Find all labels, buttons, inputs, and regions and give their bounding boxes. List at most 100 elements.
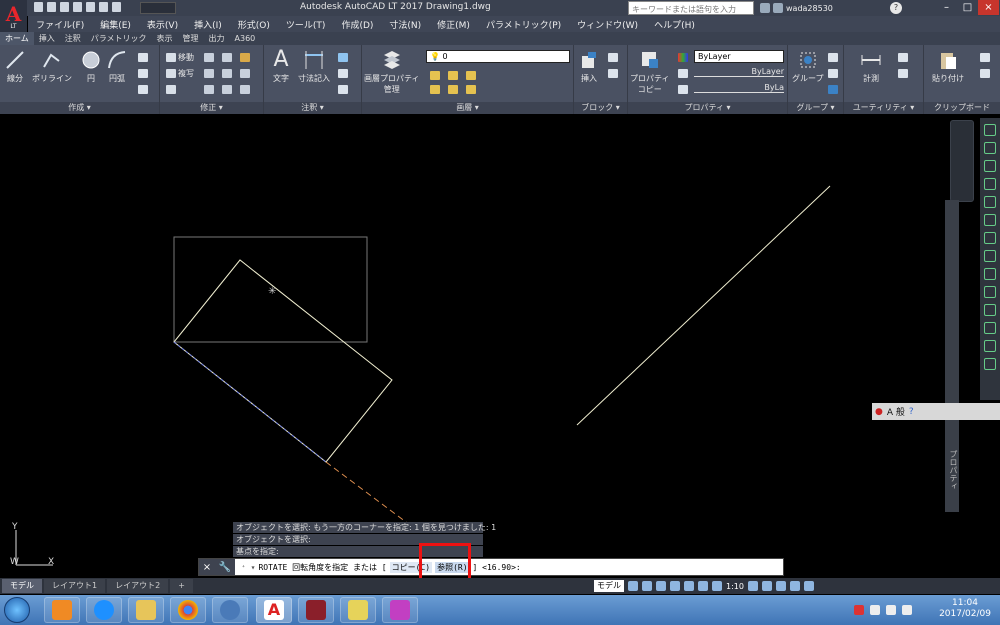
measure-tool[interactable]: 計測 xyxy=(860,49,882,84)
toolbar-line-icon[interactable] xyxy=(984,124,996,136)
menu-dimension[interactable]: 寸法(N) xyxy=(381,18,429,31)
taskbar-app[interactable] xyxy=(382,597,418,623)
redo-icon[interactable] xyxy=(112,2,121,12)
multileader-icon[interactable] xyxy=(338,69,348,78)
circle-tool[interactable]: 円 xyxy=(80,49,102,84)
drawing-canvas[interactable]: ✳ xyxy=(0,115,1000,577)
create-block-icon[interactable] xyxy=(608,53,618,62)
polar-icon[interactable] xyxy=(670,581,680,591)
menu-modify[interactable]: 修正(M) xyxy=(429,18,478,31)
application-menu-button[interactable]: A LT xyxy=(0,0,27,34)
save-icon[interactable] xyxy=(60,2,69,12)
menu-parametric[interactable]: パラメトリック(P) xyxy=(478,18,569,31)
insert-block-tool[interactable]: 挿入 xyxy=(578,49,600,84)
tab-annotate[interactable]: 注釈 xyxy=(60,32,86,45)
osnap-icon[interactable] xyxy=(684,581,694,591)
toolbar-block-icon[interactable] xyxy=(984,286,996,298)
fillet-icon[interactable] xyxy=(222,69,232,78)
lineweight-dropdown[interactable]: ByLa xyxy=(694,83,784,93)
close-button[interactable]: × xyxy=(978,0,999,15)
toolbar-region-icon[interactable] xyxy=(984,340,996,352)
menu-tools[interactable]: ツール(T) xyxy=(278,18,334,31)
isolate-icon[interactable] xyxy=(775,581,786,591)
toolbar-circle-icon[interactable] xyxy=(984,232,996,244)
customize-wrench-icon[interactable]: 🔧 xyxy=(219,562,231,573)
ungroup-icon[interactable] xyxy=(828,53,838,62)
menu-format[interactable]: 形式(O) xyxy=(230,18,278,31)
taskbar-explorer[interactable] xyxy=(128,597,164,623)
copy-clip-icon[interactable] xyxy=(980,69,990,78)
layer-off-icon[interactable] xyxy=(466,85,476,94)
save-as-icon[interactable] xyxy=(73,2,82,12)
panel-clipboard-title[interactable]: クリップボード xyxy=(924,102,1000,114)
tray-antivirus-icon[interactable] xyxy=(854,605,864,615)
layer-isolate-icon[interactable] xyxy=(448,85,458,94)
annotation-scale-icon[interactable] xyxy=(712,581,722,591)
group-tool[interactable]: グループ xyxy=(792,49,824,84)
model-space-button[interactable]: モデル xyxy=(594,580,624,592)
annotation-scale-value[interactable]: 1:10 xyxy=(726,582,744,591)
toolbar-spline-icon[interactable] xyxy=(984,250,996,262)
panel-utilities-title[interactable]: ユーティリティ ▾ xyxy=(844,102,923,114)
stretch-icon[interactable] xyxy=(166,85,176,94)
toolbar-ellipse-icon[interactable] xyxy=(984,268,996,280)
tab-home[interactable]: ホーム xyxy=(0,32,34,45)
binoculars-icon[interactable] xyxy=(760,3,770,13)
toolbar-hatch-icon[interactable] xyxy=(984,322,996,334)
copy-label[interactable]: 複写 xyxy=(178,68,194,79)
panel-properties-title[interactable]: プロパティ ▾ xyxy=(628,102,787,114)
print-icon[interactable] xyxy=(86,2,95,12)
linetype-dropdown[interactable]: ByLayer xyxy=(694,67,784,77)
lineweight-toggle-icon[interactable] xyxy=(698,581,708,591)
panel-annotation-title[interactable]: 注釈 ▾ xyxy=(264,102,361,114)
tab-view[interactable]: 表示 xyxy=(152,32,178,45)
taskbar-chrome[interactable] xyxy=(170,597,206,623)
color-dropdown[interactable]: ByLayer xyxy=(694,50,784,63)
command-caret-icon[interactable]: ⁺ ▾ xyxy=(241,563,255,572)
move-label[interactable]: 移動 xyxy=(178,52,194,63)
toolbar-polygon-icon[interactable] xyxy=(984,178,996,190)
ortho-icon[interactable] xyxy=(656,581,666,591)
start-button[interactable] xyxy=(4,597,30,623)
ime-toolbar[interactable]: ● A 般 ? xyxy=(872,403,1000,420)
tab-insert[interactable]: 挿入 xyxy=(34,32,60,45)
snap-icon[interactable] xyxy=(642,581,652,591)
tab-layout2[interactable]: レイアウト2 xyxy=(107,579,169,593)
toolbar-arc-icon[interactable] xyxy=(984,214,996,226)
ime-mode[interactable]: A 般 xyxy=(887,405,905,418)
help-icon[interactable]: ? xyxy=(890,2,902,14)
panel-modify-title[interactable]: 修正 ▾ xyxy=(160,102,263,114)
menu-help[interactable]: ヘルプ(H) xyxy=(646,18,703,31)
erase-icon[interactable] xyxy=(240,53,250,62)
cut-icon[interactable] xyxy=(980,53,990,62)
tab-layout1[interactable]: レイアウト1 xyxy=(44,579,106,593)
menu-edit[interactable]: 編集(E) xyxy=(92,18,139,31)
hardware-icon[interactable] xyxy=(789,581,800,591)
polyline-tool[interactable]: ポリライン xyxy=(32,49,72,84)
layer-on-icon[interactable] xyxy=(430,71,440,80)
copy-icon[interactable] xyxy=(166,69,176,78)
workspace-dropdown[interactable] xyxy=(140,2,176,14)
layer-lock-icon[interactable] xyxy=(466,71,476,80)
customize-icon[interactable] xyxy=(803,581,814,591)
taskbar-mail[interactable] xyxy=(212,597,248,623)
menu-file[interactable]: ファイル(F) xyxy=(28,18,92,31)
paste-tool[interactable]: 貼り付け xyxy=(932,49,964,84)
quick-select-icon[interactable] xyxy=(898,69,908,78)
offset-icon[interactable] xyxy=(240,85,250,94)
text-tool[interactable]: A 文字 xyxy=(270,49,292,84)
properties-palette-strip[interactable]: プロパティ xyxy=(945,200,959,512)
close-command-line-icon[interactable]: × xyxy=(203,562,211,573)
toolbar-construction-icon[interactable] xyxy=(984,142,996,154)
scale-icon[interactable] xyxy=(204,85,214,94)
line-object[interactable] xyxy=(576,185,831,426)
undo-icon[interactable] xyxy=(99,2,108,12)
rotate-icon[interactable] xyxy=(204,53,214,62)
plus-icon[interactable] xyxy=(761,581,772,591)
tab-manage[interactable]: 管理 xyxy=(178,32,204,45)
taskbar-internet-explorer[interactable] xyxy=(86,597,122,623)
toolbar-rectangle-icon[interactable] xyxy=(984,196,996,208)
minimize-button[interactable]: – xyxy=(936,0,957,15)
layer-match-icon[interactable] xyxy=(430,85,440,94)
point-style-icon[interactable] xyxy=(898,53,908,62)
